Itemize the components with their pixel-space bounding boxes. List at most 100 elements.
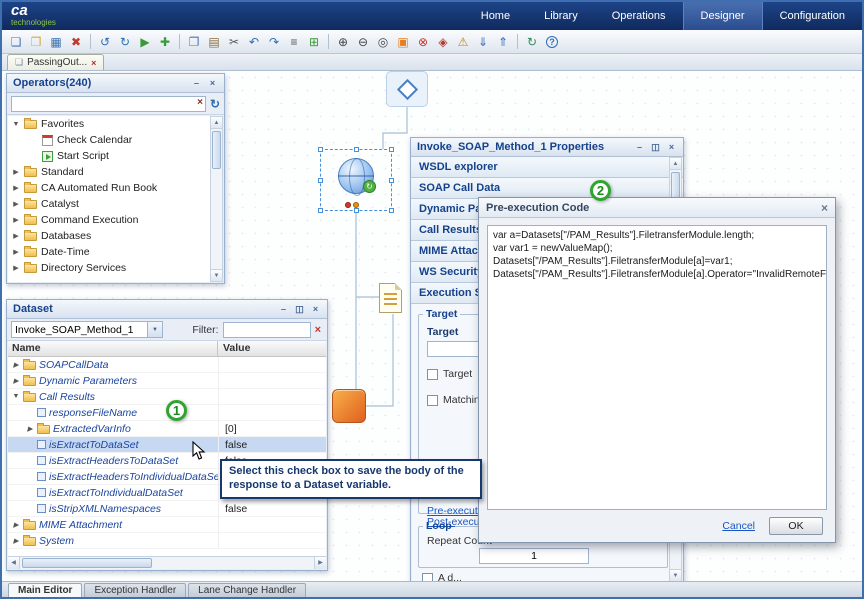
resize-handle[interactable] (354, 147, 359, 152)
close-icon[interactable]: × (821, 201, 828, 215)
properties-panel-header[interactable]: Invoke_SOAP_Method_1 Properties – ◫ × (411, 138, 683, 157)
selected-operator[interactable]: ↻ (320, 149, 392, 211)
save-icon[interactable]: ▦ (47, 33, 65, 51)
search-icon[interactable]: ◎ (374, 33, 392, 51)
checkbox-icon[interactable] (427, 395, 438, 406)
resize-handle[interactable] (389, 208, 394, 213)
nav-library[interactable]: Library (527, 2, 595, 30)
log-icon[interactable]: ≡ (285, 33, 303, 51)
dropdown-arrow-icon[interactable]: ▼ (147, 322, 162, 337)
collapse-icon[interactable]: – (633, 141, 646, 154)
tree-item-command-execution[interactable]: Command Execution (8, 212, 210, 228)
copy-icon[interactable]: ❐ (185, 33, 203, 51)
tab-passingout[interactable]: ❏ PassingOut... × (7, 54, 104, 70)
row-expand-icon[interactable] (26, 425, 34, 433)
row-isextracttodataset[interactable]: isExtractToDataSet false (8, 437, 326, 453)
operators-panel-header[interactable]: Operators(240) – × (7, 74, 224, 93)
import-icon[interactable]: ⇑ (494, 33, 512, 51)
start-node[interactable] (386, 71, 428, 107)
undo-icon[interactable]: ↶ (245, 33, 263, 51)
tree-expand-icon[interactable] (12, 121, 20, 128)
checkbox-icon[interactable] (422, 573, 433, 582)
collapse-icon[interactable]: – (277, 303, 290, 316)
alert-icon[interactable]: ⚠ (454, 33, 472, 51)
tree-item-start-script[interactable]: Start Script (8, 148, 210, 164)
close-icon[interactable]: × (309, 303, 322, 316)
close-icon[interactable]: × (206, 77, 219, 90)
column-header-name[interactable]: Name (8, 341, 218, 356)
scroll-right-icon[interactable] (314, 557, 326, 569)
new-file-icon[interactable]: ❏ (7, 33, 25, 51)
refresh-icon[interactable]: ↻ (523, 33, 541, 51)
row-isstripxmlnamespaces[interactable]: isStripXMLNamespaces false (8, 501, 326, 517)
tree-item-directory-services[interactable]: Directory Services (8, 260, 210, 276)
resize-handle[interactable] (389, 147, 394, 152)
scroll-left-icon[interactable] (8, 557, 20, 569)
redo-icon[interactable]: ↷ (265, 33, 283, 51)
tree-item-check-calendar[interactable]: Check Calendar (8, 132, 210, 148)
resize-handle[interactable] (318, 208, 323, 213)
tree-expand-icon[interactable] (12, 232, 20, 240)
tree-item-databases[interactable]: Databases (8, 228, 210, 244)
design-canvas[interactable]: ↻ Operators(240) – × × ↻ (2, 71, 862, 581)
resize-handle[interactable] (318, 178, 323, 183)
tab-close-icon[interactable]: × (91, 58, 96, 68)
clear-filter-icon[interactable]: × (315, 324, 321, 336)
cut-icon[interactable]: ✂ (225, 33, 243, 51)
delete-icon[interactable]: ✖ (67, 33, 85, 51)
pin-icon[interactable]: ◫ (293, 303, 306, 316)
nav-designer[interactable]: Designer (683, 2, 763, 30)
pin-icon[interactable]: ◫ (649, 141, 662, 154)
tree-item-ca-automated-run-book[interactable]: CA Automated Run Book (8, 180, 210, 196)
resize-handle[interactable] (318, 147, 323, 152)
scroll-down-icon[interactable] (670, 569, 681, 581)
dialog-header[interactable]: Pre-execution Code × (479, 198, 835, 218)
tree-expand-icon[interactable] (12, 168, 20, 176)
operators-scrollbar[interactable] (210, 116, 223, 282)
run-icon[interactable]: ▶ (136, 33, 154, 51)
export-page-icon[interactable]: ▣ (394, 33, 412, 51)
add-operator-icon[interactable]: ✚ (156, 33, 174, 51)
target-checkbox-row[interactable]: Target (427, 368, 472, 380)
row-expand-icon[interactable] (12, 377, 20, 385)
row-mime-attachment[interactable]: MIME Attachment (8, 517, 326, 533)
tree-item-favorites[interactable]: Favorites (8, 116, 210, 132)
insert-node-icon[interactable]: ⊞ (305, 33, 323, 51)
remove-icon[interactable]: ⊗ (414, 33, 432, 51)
paste-icon[interactable]: ▤ (205, 33, 223, 51)
scrollbar-thumb[interactable] (22, 558, 152, 568)
row-extractedvarinfo[interactable]: ExtractedVarInfo [0] (8, 421, 326, 437)
resize-handle[interactable] (354, 208, 359, 213)
nav-operations[interactable]: Operations (595, 2, 683, 30)
row-soapcalldata[interactable]: SOAPCallData (8, 357, 326, 373)
scrollbar-thumb[interactable] (212, 131, 221, 169)
tree-expand-icon[interactable] (12, 200, 20, 208)
row-expand-icon[interactable] (12, 393, 20, 400)
scroll-down-icon[interactable] (211, 269, 222, 281)
document-operator-node[interactable] (379, 283, 402, 313)
help-icon[interactable]: ? (543, 33, 561, 51)
tab-exception-handler[interactable]: Exception Handler (84, 583, 186, 597)
scroll-up-icon[interactable] (211, 117, 222, 129)
nav-home[interactable]: Home (464, 2, 527, 30)
operator-selector-dropdown[interactable]: Invoke_SOAP_Method_1 ▼ (11, 321, 163, 338)
checkbox-icon[interactable] (427, 369, 438, 380)
tree-expand-icon[interactable] (12, 216, 20, 224)
tree-item-catalyst[interactable]: Catalyst (8, 196, 210, 212)
tab-main-editor[interactable]: Main Editor (8, 583, 82, 597)
resize-handle[interactable] (389, 178, 394, 183)
open-folder-icon[interactable]: ❒ (27, 33, 45, 51)
clear-search-icon[interactable]: × (197, 97, 203, 108)
row-expand-icon[interactable] (12, 521, 20, 529)
collapse-icon[interactable]: – (190, 77, 203, 90)
zoom-in-icon[interactable]: ⊕ (334, 33, 352, 51)
row-system[interactable]: System (8, 533, 326, 549)
tab-lane-change-handler[interactable]: Lane Change Handler (188, 583, 306, 597)
matching-checkbox-row[interactable]: Matching (427, 394, 486, 406)
row-expand-icon[interactable] (12, 537, 20, 545)
section-soap-call-data[interactable]: SOAP Call Data ▼ (411, 178, 683, 199)
tree-item-standard[interactable]: Standard (8, 164, 210, 180)
section-wsdl-explorer[interactable]: WSDL explorer ▼ (411, 157, 683, 178)
scroll-up-icon[interactable] (670, 158, 681, 170)
filter-input[interactable] (223, 322, 311, 338)
